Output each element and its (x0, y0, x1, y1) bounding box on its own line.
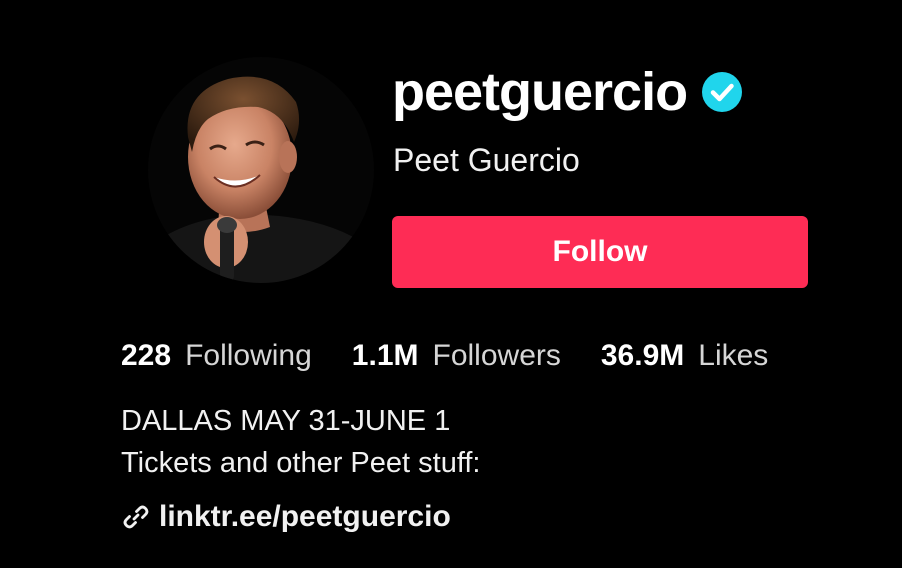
bio: DALLAS MAY 31-JUNE 1 Tickets and other P… (121, 400, 480, 484)
username: peetguercio (392, 62, 688, 122)
stat-likes: 36.9M Likes (601, 336, 768, 376)
username-row: peetguercio (392, 56, 743, 128)
bio-line-1: DALLAS MAY 31-JUNE 1 (121, 405, 451, 437)
bio-line-2: Tickets and other Peet stuff: (121, 447, 481, 479)
likes-count: 36.9M (600, 339, 685, 372)
link-icon (121, 502, 151, 532)
verified-badge-icon (701, 71, 743, 113)
followers-label: Followers (432, 339, 561, 372)
likes-label: Likes (698, 339, 769, 372)
follow-button[interactable]: Follow (392, 216, 808, 288)
avatar-photo (148, 57, 374, 283)
followers-count: 1.1M (351, 339, 419, 372)
bio-link[interactable]: linktr.ee/peetguercio (121, 497, 451, 537)
profile-stats: 228 Following 1.1M Followers 36.9M Likes (121, 336, 768, 376)
stat-following[interactable]: 228 Following (121, 336, 312, 376)
display-name: Peet Guercio (393, 142, 580, 178)
following-count: 228 (121, 339, 172, 372)
profile-header: peetguercio Peet Guercio Follow 228 Foll… (0, 0, 902, 568)
stat-followers[interactable]: 1.1M Followers (352, 336, 561, 376)
following-label: Following (185, 339, 312, 372)
bio-link-text: linktr.ee/peetguercio (159, 500, 451, 533)
avatar[interactable] (148, 57, 374, 283)
